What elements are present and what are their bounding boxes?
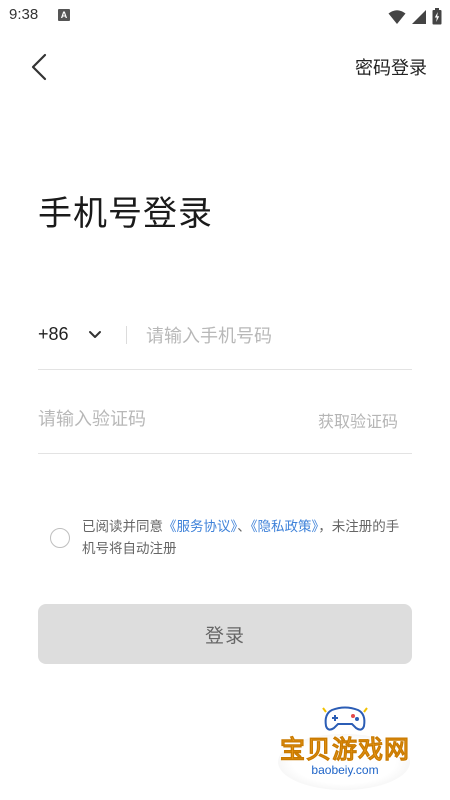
watermark-logo: 宝贝游戏网 baobeiy.com: [270, 700, 420, 795]
privacy-policy-link[interactable]: 《隐私政策》: [251, 519, 319, 535]
status-icons: [388, 6, 442, 25]
country-code-selector[interactable]: +86: [38, 324, 69, 345]
verification-code-input[interactable]: [38, 401, 278, 437]
watermark-title: 宝贝游戏网: [279, 735, 410, 765]
login-button[interactable]: 登录: [38, 604, 412, 664]
agreement-separator: 、: [237, 519, 251, 535]
divider: [126, 326, 127, 344]
phone-input-row: +86: [38, 312, 412, 370]
phone-number-input[interactable]: [146, 318, 406, 354]
status-time: 9:38: [9, 6, 39, 23]
agree-checkbox[interactable]: [50, 528, 70, 548]
password-login-link[interactable]: 密码登录: [355, 54, 427, 80]
service-agreement-link[interactable]: 《服务协议》: [163, 519, 237, 535]
agreement-prefix: 已阅读并同意: [82, 519, 163, 535]
chevron-down-icon[interactable]: [88, 330, 102, 340]
notification-badge-icon: A: [58, 9, 70, 21]
back-button[interactable]: [26, 50, 56, 84]
chevron-left-icon: [31, 53, 47, 81]
verification-code-row: 获取验证码: [38, 395, 412, 454]
watermark-url: baobeiy.com: [311, 763, 379, 777]
page-title: 手机号登录: [38, 194, 213, 234]
signal-icon: [411, 9, 426, 24]
get-code-button[interactable]: 获取验证码: [318, 408, 398, 432]
agreement-text: 已阅读并同意《服务协议》、《隐私政策》，未注册的手机号将自动注册: [82, 516, 412, 560]
status-bar: 9:38 A: [0, 0, 450, 30]
wifi-icon: [388, 9, 406, 24]
battery-charging-icon: [432, 8, 442, 25]
